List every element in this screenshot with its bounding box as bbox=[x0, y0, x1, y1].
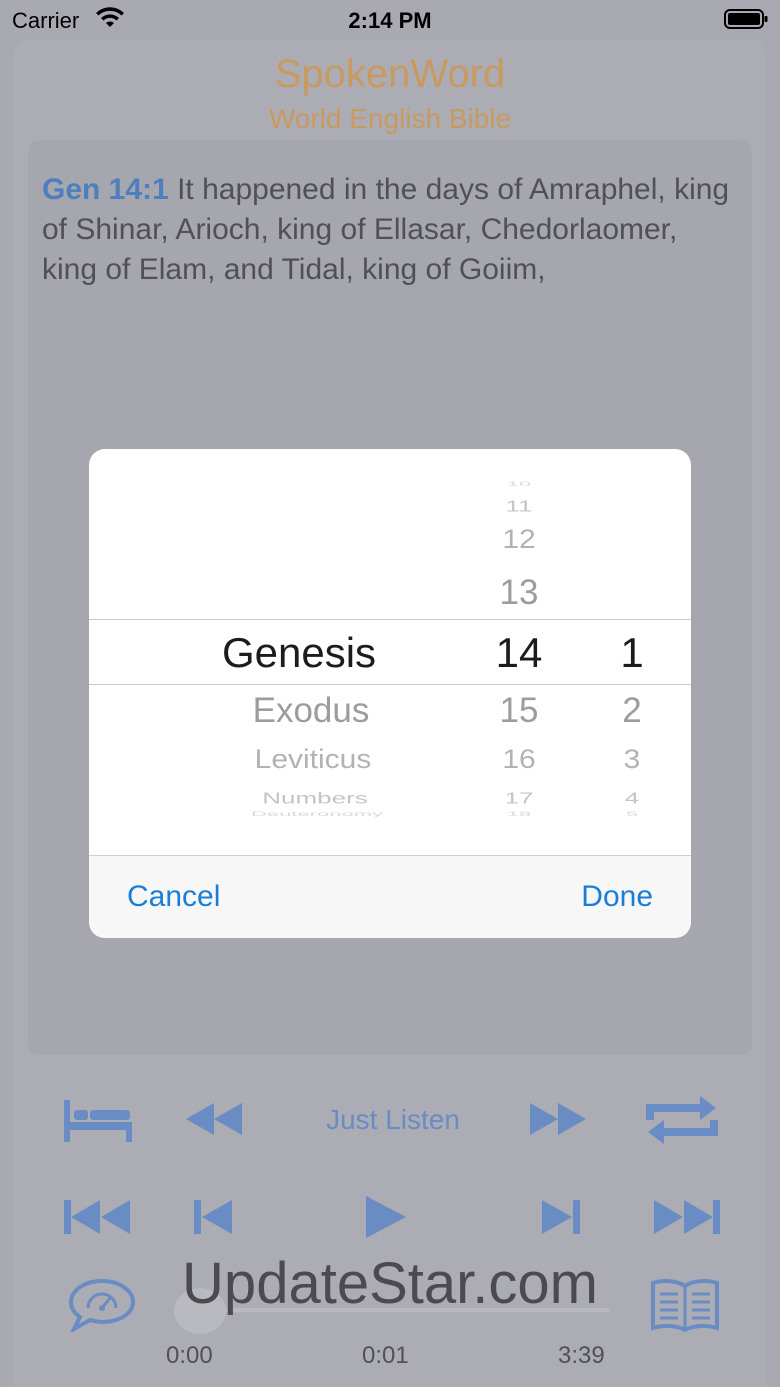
app-title: SpokenWord bbox=[274, 52, 506, 96]
cancel-button[interactable]: Cancel bbox=[127, 880, 220, 914]
play-icon[interactable] bbox=[366, 1196, 406, 1238]
book-option[interactable]: Exodus bbox=[191, 691, 431, 731]
battery-icon bbox=[724, 9, 768, 29]
skip-start-icon[interactable] bbox=[64, 1200, 132, 1234]
chapter-option[interactable]: 17 bbox=[467, 789, 571, 808]
chapter-option[interactable]: 10 bbox=[467, 480, 571, 488]
passage-picker-wheel[interactable]: Genesis Exodus Leviticus Numbers Deutero… bbox=[89, 449, 691, 855]
book-option[interactable]: Deuteronomy bbox=[197, 810, 437, 818]
passage-picker-dialog: Genesis Exodus Leviticus Numbers Deutero… bbox=[89, 449, 691, 938]
duration-time: 3:39 bbox=[558, 1342, 605, 1369]
verse-reference[interactable]: Gen 14:1 bbox=[42, 173, 169, 206]
chapter-option[interactable]: 12 bbox=[467, 525, 571, 556]
chapter-option[interactable]: 15 bbox=[467, 691, 571, 731]
app-subtitle: World English Bible bbox=[268, 103, 512, 134]
verse-option[interactable]: 3 bbox=[589, 745, 675, 776]
elapsed-time: 0:00 bbox=[166, 1342, 213, 1369]
chapter-option[interactable]: 13 bbox=[467, 573, 571, 613]
chapter-option[interactable]: 11 bbox=[467, 497, 571, 516]
current-time: 0:01 bbox=[362, 1342, 409, 1369]
verse-selected[interactable]: 1 bbox=[589, 629, 675, 677]
chapter-column[interactable]: 10 11 12 13 14 15 16 17 18 bbox=[467, 449, 571, 855]
chapter-option[interactable]: 18 bbox=[467, 810, 571, 818]
mode-label[interactable]: Just Listen bbox=[300, 1104, 486, 1136]
verse-option[interactable]: 2 bbox=[589, 691, 675, 731]
book-selected[interactable]: Genesis bbox=[179, 629, 419, 677]
verse-option[interactable]: 4 bbox=[589, 789, 675, 808]
rewind-icon[interactable] bbox=[186, 1103, 242, 1135]
chapter-selected[interactable]: 14 bbox=[467, 629, 571, 677]
fast-forward-icon[interactable] bbox=[530, 1103, 586, 1135]
book-icon[interactable] bbox=[650, 1278, 720, 1332]
verse-option[interactable]: 5 bbox=[589, 810, 675, 818]
picker-footer: Cancel Done bbox=[89, 855, 691, 938]
book-column[interactable]: Genesis Exodus Leviticus Numbers Deutero… bbox=[179, 449, 419, 855]
skip-end-icon[interactable] bbox=[652, 1200, 720, 1234]
verse-column[interactable]: 1 2 3 4 5 bbox=[589, 449, 675, 855]
book-option[interactable]: Leviticus bbox=[193, 745, 433, 776]
repeat-icon[interactable] bbox=[646, 1094, 718, 1146]
verse-text: Gen 14:1 It happened in the days of Amra… bbox=[42, 170, 732, 290]
bed-icon[interactable] bbox=[62, 1096, 134, 1144]
status-time: 2:14 PM bbox=[348, 8, 432, 33]
step-back-icon[interactable] bbox=[194, 1200, 234, 1234]
done-button[interactable]: Done bbox=[581, 880, 653, 914]
book-option[interactable]: Numbers bbox=[195, 789, 435, 808]
chapter-option[interactable]: 16 bbox=[467, 745, 571, 776]
status-bar: Carrier 2:14 PM bbox=[0, 0, 780, 40]
step-forward-icon[interactable] bbox=[540, 1200, 580, 1234]
